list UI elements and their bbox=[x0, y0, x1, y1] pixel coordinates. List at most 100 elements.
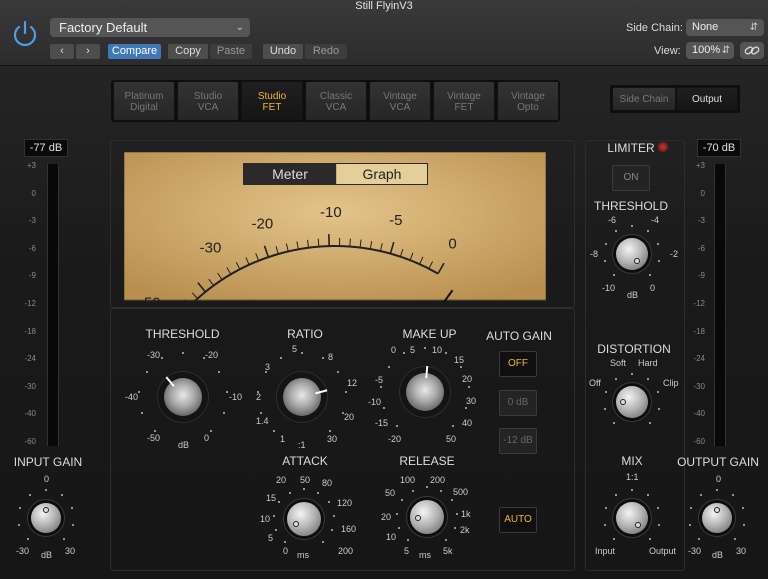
knob-scale-label: 50 bbox=[300, 475, 311, 485]
limiter-threshold-knob[interactable] bbox=[616, 238, 648, 270]
model-line2: FET bbox=[262, 102, 282, 113]
paste-button[interactable]: Paste bbox=[210, 44, 252, 59]
knob-tick-dot bbox=[45, 489, 47, 491]
knob-scale-label: Output bbox=[649, 546, 677, 556]
knob-scale-label: 1:1 bbox=[626, 472, 639, 482]
distortion-knob[interactable] bbox=[616, 386, 648, 418]
knob-tick-dot bbox=[288, 491, 291, 494]
view-zoom-value: 100% bbox=[692, 44, 721, 56]
side-chain-dropdown[interactable]: None ⇵ bbox=[686, 19, 764, 36]
model-button[interactable]: Studio VCA bbox=[177, 81, 239, 121]
knob-tick-dot bbox=[699, 494, 702, 497]
release-auto-button[interactable]: AUTO bbox=[499, 507, 537, 533]
meter-scale-label: -18 bbox=[693, 326, 705, 336]
knob-scale-label: 5 bbox=[410, 345, 416, 355]
knob-scale-label: 160 bbox=[341, 524, 357, 534]
auto-gain-0db-button[interactable]: 0 dB bbox=[499, 390, 537, 416]
knob-tick-dot bbox=[614, 378, 617, 381]
preset-dropdown[interactable]: Factory Default ⌄ bbox=[50, 18, 250, 37]
tab-meter[interactable]: Meter bbox=[244, 164, 336, 184]
meter-scale-label: -24 bbox=[24, 354, 36, 364]
meter-scale-label: -60 bbox=[24, 437, 36, 446]
knob-tick-dot bbox=[283, 540, 286, 543]
knob-scale-label: 30 bbox=[327, 434, 338, 444]
model-button[interactable]: Platinum Digital bbox=[113, 81, 175, 121]
release-knob[interactable] bbox=[410, 500, 444, 534]
knob-scale-label: Off bbox=[589, 378, 601, 388]
knob-scale-label: 120 bbox=[337, 498, 353, 508]
knob-scale-label: -2 bbox=[670, 249, 679, 259]
knob-scale-label: 2 bbox=[256, 392, 262, 402]
auto-gain-label: AUTO GAIN bbox=[486, 329, 552, 343]
side-chain-label: Side Chain: bbox=[626, 22, 683, 34]
meter-scale-label: -24 bbox=[693, 354, 705, 364]
knob-scale-label: dB bbox=[712, 550, 724, 560]
knob-scale-label: 5 bbox=[292, 344, 298, 354]
knob-tick-dot bbox=[455, 512, 458, 515]
knob-tick-dot bbox=[182, 352, 184, 354]
knob-scale-label: 0 bbox=[716, 474, 722, 484]
tab-graph[interactable]: Graph bbox=[337, 164, 427, 184]
compare-button[interactable]: Compare bbox=[108, 44, 161, 59]
link-icon bbox=[744, 46, 760, 55]
model-button[interactable]: Studio FET bbox=[241, 81, 303, 121]
distortion-label: DISTORTION bbox=[597, 342, 671, 356]
knob-tick-dot bbox=[301, 352, 303, 354]
knob-scale-label: 5k bbox=[443, 546, 453, 556]
input-level-readout: -77 dB bbox=[24, 139, 68, 157]
knob-tick-dot bbox=[716, 489, 718, 491]
tab-side-chain[interactable]: Side Chain bbox=[612, 87, 676, 111]
threshold-knob[interactable] bbox=[164, 376, 202, 416]
tab-output[interactable]: Output bbox=[676, 87, 738, 111]
meter-scale-label: +3 bbox=[695, 161, 705, 170]
input-gain-label: INPUT GAIN bbox=[13, 455, 83, 469]
model-button[interactable]: Vintage VCA bbox=[369, 81, 431, 121]
model-line1: Platinum bbox=[124, 91, 164, 102]
knob-tick-dot bbox=[303, 488, 305, 490]
limiter-on-button[interactable]: ON bbox=[612, 165, 650, 191]
knob-tick-dot bbox=[321, 357, 324, 360]
knob-tick-dot bbox=[272, 429, 275, 432]
output-gain-knob[interactable] bbox=[702, 503, 732, 533]
link-button[interactable] bbox=[740, 42, 764, 59]
meter-scale-label: -18 bbox=[24, 326, 36, 336]
knob-tick-dot bbox=[614, 230, 617, 233]
meter-scale-label: -6 bbox=[28, 243, 36, 253]
mix-knob[interactable] bbox=[616, 502, 648, 534]
knob-tick-dot bbox=[631, 489, 633, 491]
knob-scale-label: -20 bbox=[205, 350, 219, 360]
model-button[interactable]: Vintage FET bbox=[433, 81, 495, 121]
knob-tick-dot bbox=[614, 494, 617, 497]
input-gain-knob[interactable] bbox=[31, 503, 61, 533]
model-line2: VCA bbox=[197, 102, 219, 113]
redo-button[interactable]: Redo bbox=[305, 44, 347, 59]
meter-scale-label: -40 bbox=[24, 409, 36, 419]
makeup-knob[interactable] bbox=[406, 366, 444, 411]
model-button[interactable]: Classic VCA bbox=[305, 81, 367, 121]
auto-gain-off-button[interactable]: OFF bbox=[499, 351, 537, 377]
ratio-knob[interactable] bbox=[283, 378, 328, 416]
power-icon[interactable] bbox=[10, 19, 40, 49]
copy-button[interactable]: Copy bbox=[168, 44, 208, 59]
knob-indicator bbox=[292, 520, 299, 527]
auto-gain-minus12db-button[interactable]: -12 dB bbox=[499, 428, 537, 454]
undo-button[interactable]: Undo bbox=[263, 44, 303, 59]
knob-tick-dot bbox=[332, 514, 335, 517]
model-line1: Classic bbox=[319, 91, 353, 102]
knob-tick-dot bbox=[440, 489, 443, 492]
vu-scale-label: -30 bbox=[200, 240, 222, 257]
next-preset-button[interactable]: › bbox=[76, 44, 100, 59]
knob-scale-label: 10 bbox=[260, 514, 271, 524]
previous-preset-button[interactable]: ‹ bbox=[50, 44, 74, 59]
attack-knob[interactable] bbox=[287, 502, 321, 536]
meter-scale-label: -40 bbox=[693, 409, 705, 419]
ratio-label: RATIO bbox=[287, 327, 323, 341]
knob-scale-label: 20 bbox=[381, 512, 392, 522]
knob-indicator bbox=[414, 514, 421, 521]
knob-tick-dot bbox=[395, 424, 398, 427]
knob-scale-label: -40 bbox=[125, 392, 139, 402]
model-button[interactable]: Vintage Opto bbox=[497, 81, 559, 121]
knob-scale-label: ms bbox=[297, 550, 309, 560]
view-zoom-dropdown[interactable]: 100% ⇵ bbox=[686, 42, 734, 59]
knob-scale-label: 40 bbox=[462, 418, 473, 428]
